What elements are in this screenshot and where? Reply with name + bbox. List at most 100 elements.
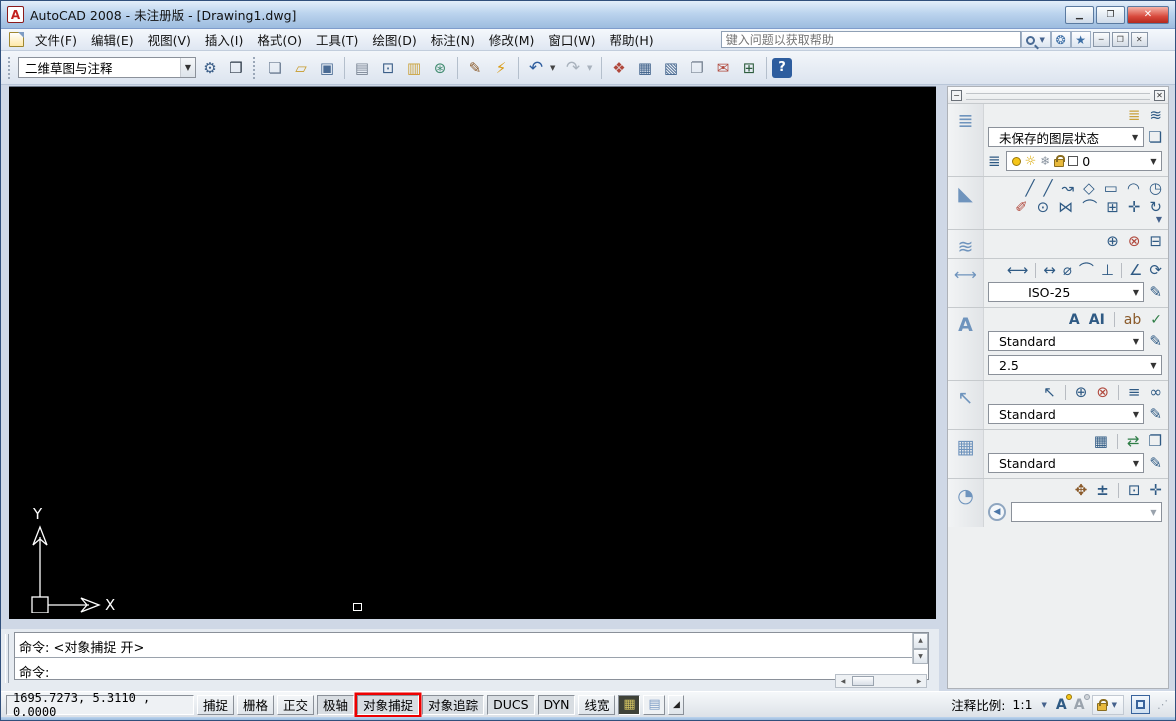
dimstyle-edit-icon[interactable]: ✎	[1149, 284, 1162, 300]
array-icon[interactable]: ⊞	[1106, 200, 1119, 215]
help-search-input[interactable]	[720, 31, 1021, 48]
menu-format[interactable]: 格式(O)	[250, 28, 309, 51]
snap-toggle[interactable]: 捕捉	[197, 694, 235, 715]
resize-grip-icon[interactable]: ⋰	[1157, 698, 1168, 711]
zoom-window-icon[interactable]: ⊡	[1128, 483, 1141, 498]
command-text-area[interactable]: 命令: <对象捕捉 开> 命令: ▲ ▼	[14, 632, 929, 681]
layer-isolate-icon[interactable]: ≋	[1149, 108, 1162, 123]
drawing-file-icon[interactable]	[9, 32, 24, 47]
mleader-add-icon[interactable]: ⊕	[1075, 385, 1088, 400]
menu-insert[interactable]: 插入(I)	[198, 28, 250, 51]
mleaderstyle-edit-icon[interactable]: ✎	[1149, 406, 1162, 422]
command-window-grip[interactable]	[5, 634, 9, 683]
dimensions-panel-icon[interactable]: ⟷	[948, 259, 984, 307]
dim-ordinate-icon[interactable]: ⊥	[1101, 263, 1114, 278]
ortho-toggle[interactable]: 正交	[277, 694, 315, 715]
dwf-button[interactable]: ⊛	[428, 56, 452, 80]
publish-button[interactable]: ▥	[402, 56, 426, 80]
new-button[interactable]: ❏	[263, 56, 287, 80]
toolbar-grip-2[interactable]	[253, 56, 258, 79]
plot-button[interactable]: ▤	[350, 56, 374, 80]
toolbar-lock-button[interactable]: ▼	[1091, 694, 1124, 715]
workspace-settings-button[interactable]: ⚙	[198, 56, 222, 80]
draw-panel-expand-icon[interactable]: ▼	[1156, 215, 1162, 224]
command-prompt-line[interactable]: 命令:	[15, 658, 928, 681]
layer-color-swatch[interactable]	[1068, 156, 1079, 166]
layer-on-bulb-icon[interactable]	[1011, 156, 1021, 166]
dashboard-grip[interactable]	[966, 92, 1150, 100]
menu-tools[interactable]: 工具(T)	[309, 28, 365, 51]
close-button[interactable]: ✕	[1127, 5, 1169, 24]
text-panel-icon[interactable]: A	[948, 308, 984, 380]
my-workspace-button[interactable]: ❒	[224, 56, 248, 80]
dashboard-collapse-button[interactable]: −	[951, 89, 962, 101]
annotation-scales-panel-icon[interactable]: ≋	[948, 230, 984, 258]
dtext-icon[interactable]: AI	[1089, 313, 1105, 327]
nav-back-icon[interactable]: ◀	[988, 503, 1006, 521]
mdi-minimize-button[interactable]: ─	[1092, 32, 1110, 47]
menu-view[interactable]: 视图(V)	[141, 28, 198, 51]
menu-window[interactable]: 窗口(W)	[541, 28, 602, 51]
scroll-right-icon[interactable]: ▶	[912, 675, 926, 687]
otrack-toggle[interactable]: 对象追踪	[422, 694, 485, 715]
table-new-icon[interactable]: ▦	[1094, 434, 1108, 449]
markupset-button[interactable]: ✉	[711, 56, 735, 80]
navigate-panel-icon[interactable]: ◔	[948, 479, 984, 527]
mleaderstyle-dropdown[interactable]: Standard ▼	[988, 404, 1145, 424]
favorites-button[interactable]: ★	[1070, 31, 1091, 48]
table-cell-icon[interactable]: ❐	[1149, 434, 1162, 449]
ducs-toggle[interactable]: DUCS	[487, 694, 535, 715]
construction-line-icon[interactable]: ╱	[1043, 181, 1052, 196]
menu-file[interactable]: 文件(F)	[28, 28, 84, 51]
model-paper-toggle-icon[interactable]: ◢	[668, 694, 685, 715]
dim-angular-icon[interactable]: ∠	[1129, 263, 1142, 278]
arc-icon[interactable]: ◠	[1127, 181, 1140, 196]
open-button[interactable]: ▱	[289, 56, 313, 80]
position-dropdown[interactable]: ▼	[1011, 502, 1162, 522]
textstyle-edit-icon[interactable]: ✎	[1149, 333, 1162, 349]
text-find-icon[interactable]: ab	[1124, 313, 1141, 327]
layer-properties-icon[interactable]: ≣	[1128, 108, 1141, 123]
mirror-icon[interactable]: ⋈	[1058, 200, 1073, 215]
draw-panel-icon[interactable]: ◣	[948, 177, 984, 229]
annotation-scale-dropdown-icon[interactable]: ▼	[1040, 701, 1049, 709]
clean-screen-button[interactable]	[1131, 695, 1150, 714]
help-button[interactable]: ?	[772, 57, 792, 78]
annotation-scale-value[interactable]: 1:1	[1012, 697, 1032, 712]
mleader-collect-icon[interactable]: ∞	[1150, 385, 1163, 400]
move-icon[interactable]: ✛	[1128, 200, 1141, 215]
menu-edit[interactable]: 编辑(E)	[84, 28, 141, 51]
dyn-toggle[interactable]: DYN	[537, 694, 576, 715]
mleader-remove-icon[interactable]: ⊗	[1096, 385, 1109, 400]
erase-icon[interactable]: ✐	[1015, 200, 1028, 215]
toolbar-grip[interactable]	[8, 56, 13, 79]
undo-dropdown-icon[interactable]: ▼	[550, 64, 559, 72]
dim-arc-icon[interactable]: ⌒	[1079, 263, 1094, 278]
sheetset-button[interactable]: ❐	[685, 56, 709, 80]
menu-modify[interactable]: 修改(M)	[482, 28, 542, 51]
command-vertical-scrollbar[interactable]: ▲ ▼	[912, 633, 928, 664]
rectangle-icon[interactable]: ▭	[1104, 181, 1118, 196]
quick-edit-button[interactable]: ⚡	[489, 56, 513, 80]
menu-draw[interactable]: 绘图(D)	[365, 28, 423, 51]
dim-radius-icon[interactable]: ⌀	[1063, 263, 1072, 278]
workspace-dropdown[interactable]: 二维草图与注释 ▼	[18, 57, 196, 78]
layer-thaw-sun-icon[interactable]: ☼	[1025, 154, 1037, 169]
designcenter-button[interactable]: ▦	[633, 56, 657, 80]
polyline-icon[interactable]: ↝	[1062, 181, 1075, 196]
annotation-visibility-icon[interactable]: A	[1056, 693, 1072, 713]
maximize-button[interactable]: ❐	[1096, 5, 1125, 24]
zoom-extents-icon[interactable]: ✛	[1149, 483, 1162, 498]
quickcalc-button[interactable]: ⊞	[737, 56, 761, 80]
dim-jogged-icon[interactable]: ⟳	[1149, 263, 1162, 278]
plot-preview-button[interactable]: ⊡	[376, 56, 400, 80]
scroll-up-icon[interactable]: ▲	[913, 633, 928, 649]
scroll-down-icon[interactable]: ▼	[913, 648, 928, 664]
delete-scale-icon[interactable]: ⊗	[1128, 234, 1141, 249]
scroll-left-icon[interactable]: ◀	[836, 675, 850, 687]
mdi-restore-button[interactable]: ❐	[1111, 32, 1129, 47]
grid-toggle[interactable]: 栅格	[237, 694, 275, 715]
layout-button[interactable]: ▤	[643, 694, 666, 715]
redo-dropdown-icon[interactable]: ▼	[587, 64, 596, 72]
spell-check-icon[interactable]: ✓	[1150, 313, 1162, 327]
